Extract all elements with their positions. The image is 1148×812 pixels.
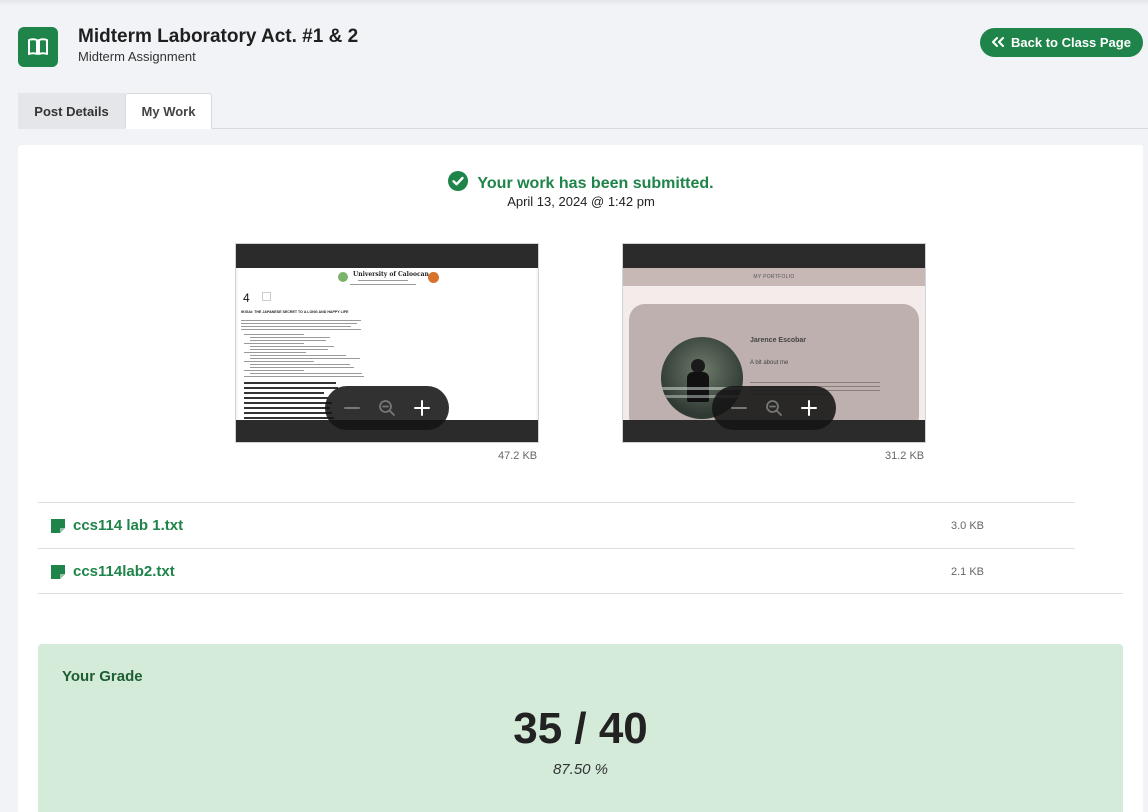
tab-post-details[interactable]: Post Details xyxy=(18,93,125,129)
file-row[interactable]: ccs114lab2.txt 2.1 KB xyxy=(38,548,1075,594)
back-button-label: Back to Class Page xyxy=(1011,35,1131,50)
university-name: University of Caloocan xyxy=(353,271,429,278)
attachment-size: 47.2 KB xyxy=(498,450,538,462)
tab-my-work[interactable]: My Work xyxy=(125,93,212,129)
checkbox-mark xyxy=(262,292,271,301)
page-subtitle: Midterm Assignment xyxy=(78,49,196,64)
file-name[interactable]: ccs114 lab 1.txt xyxy=(73,517,183,534)
university-seal-left xyxy=(338,272,348,282)
zoom-controls xyxy=(712,386,836,430)
attachment-preview-document[interactable]: University of Caloocan 4 IKIGAI: THE JAP… xyxy=(235,243,539,443)
zoom-reset-icon[interactable] xyxy=(762,396,786,420)
zoom-in-button[interactable] xyxy=(797,396,821,420)
page-number: 4 xyxy=(243,291,250,305)
page-title: Midterm Laboratory Act. #1 & 2 xyxy=(78,26,359,47)
file-size: 2.1 KB xyxy=(950,565,984,578)
submission-status-text: Your work has been submitted. xyxy=(477,174,714,192)
zoom-controls xyxy=(325,386,449,430)
grade-percent: 87.50 % xyxy=(552,761,609,778)
attachment-preview-portfolio[interactable]: MY PORTFOLIO Jarence Escobar A bit about… xyxy=(622,243,926,443)
portfolio-about-heading: A bit about me xyxy=(750,360,789,366)
preview-toolbar xyxy=(623,244,925,268)
zoom-reset-icon[interactable] xyxy=(375,396,399,420)
document-heading: IKIGAI: THE JAPANESE SECRET TO A LONG AN… xyxy=(241,310,349,314)
file-name[interactable]: ccs114lab2.txt xyxy=(73,563,175,580)
preview-toolbar xyxy=(236,244,538,268)
zoom-out-button[interactable] xyxy=(340,396,364,420)
submission-status: Your work has been submitted. xyxy=(0,171,1148,196)
file-note-icon xyxy=(51,518,65,533)
portfolio-header: MY PORTFOLIO xyxy=(623,268,925,286)
file-note-icon xyxy=(51,564,65,579)
submission-date: April 13, 2024 @ 1:42 pm xyxy=(507,194,655,209)
zoom-out-button[interactable] xyxy=(727,396,751,420)
file-size: 3.0 KB xyxy=(950,519,984,532)
university-seal-right xyxy=(428,272,439,283)
files-divider xyxy=(38,593,1123,594)
back-to-class-button[interactable]: Back to Class Page xyxy=(980,28,1143,57)
portfolio-name: Jarence Escobar xyxy=(750,337,807,344)
grade-label: Your Grade xyxy=(62,668,143,685)
grade-score: 35 / 40 xyxy=(513,704,648,753)
file-row[interactable]: ccs114 lab 1.txt 3.0 KB xyxy=(38,502,1075,548)
zoom-in-button[interactable] xyxy=(410,396,434,420)
check-circle-icon xyxy=(448,171,469,196)
double-chevron-left-icon xyxy=(992,35,1005,50)
top-shadow xyxy=(0,0,1148,6)
book-icon xyxy=(18,27,58,67)
attachment-size: 31.2 KB xyxy=(885,450,925,462)
